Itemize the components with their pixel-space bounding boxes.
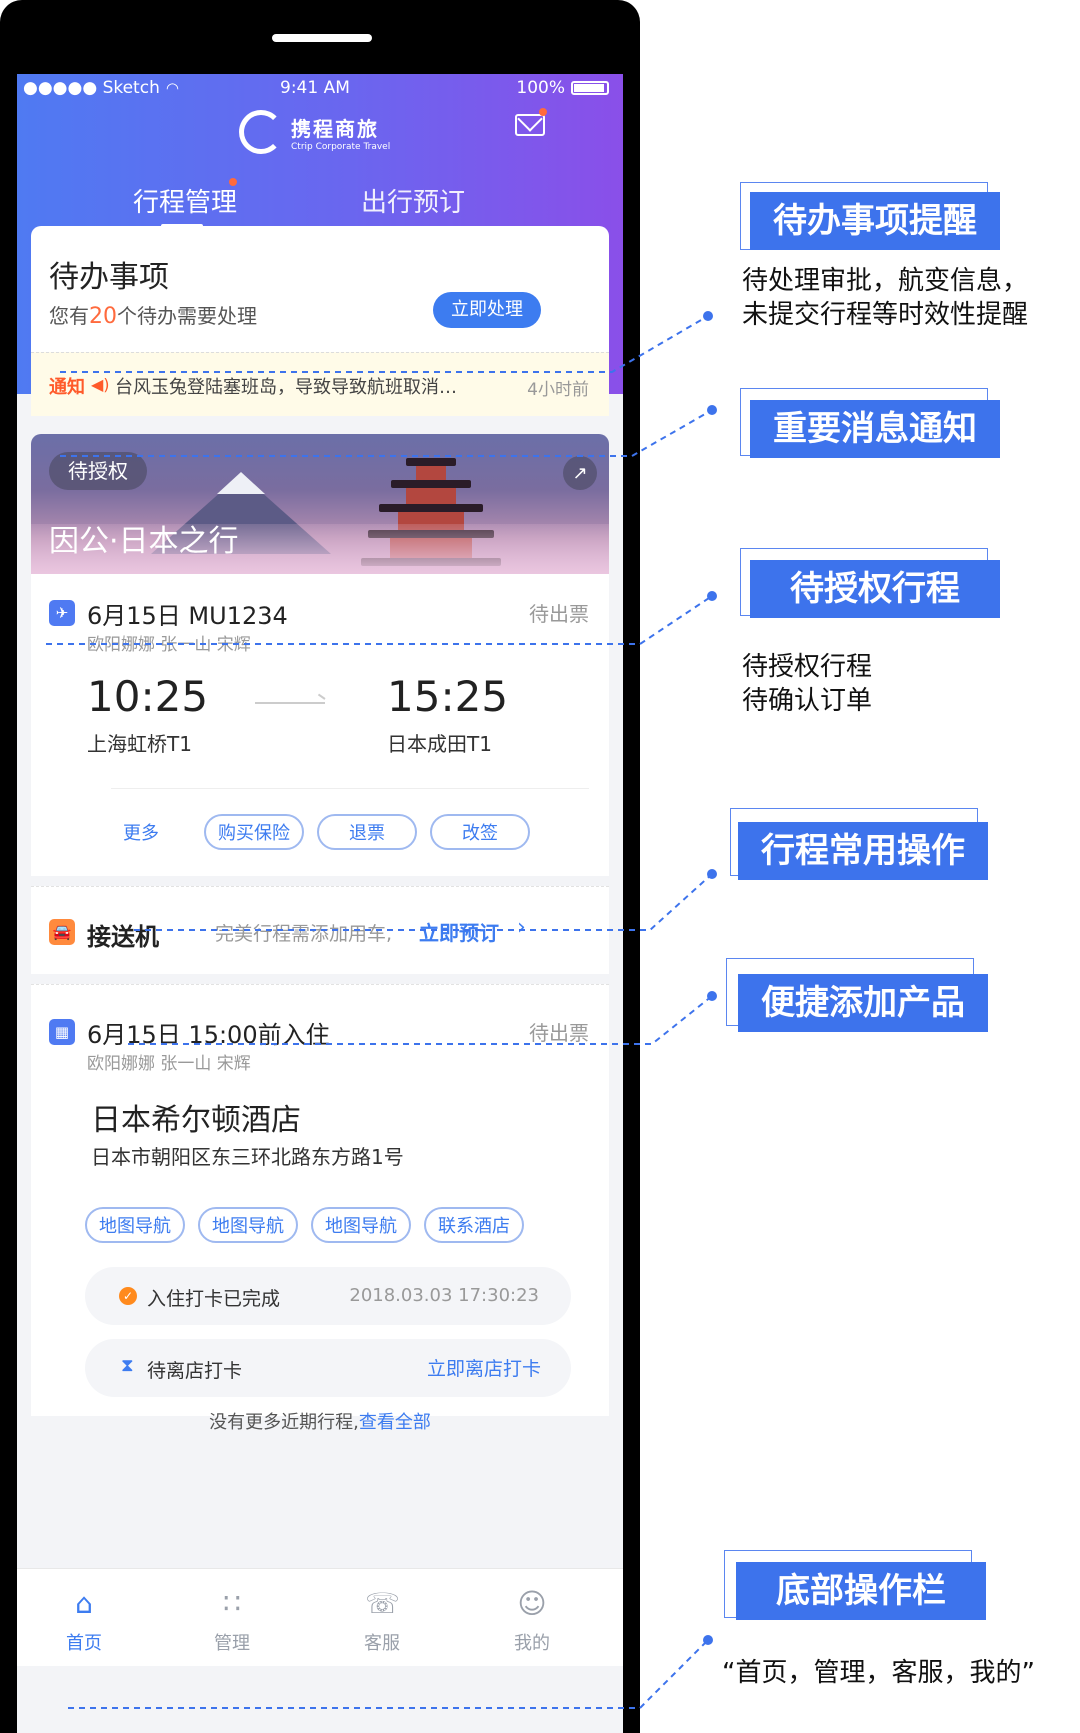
callout-description: “首页，管理，客服，我的” (722, 1658, 1035, 1688)
callout-title: 待授权行程 (750, 560, 1000, 618)
callout-title: 底部操作栏 (736, 1562, 986, 1620)
connector-dot (707, 405, 717, 415)
callout-description: 未提交行程等时效性提醒 (742, 300, 1029, 330)
speaker-slot (272, 34, 372, 42)
connector-dot (707, 591, 717, 601)
callout-description: 待确认订单 (742, 686, 873, 716)
callout-title: 行程常用操作 (738, 822, 988, 880)
callout-title: 待办事项提醒 (750, 192, 1000, 250)
phone-right-bezel (626, 74, 640, 1733)
phone-top-bezel (0, 0, 640, 74)
connector-dot (707, 869, 717, 879)
callout-title: 重要消息通知 (750, 400, 1000, 458)
phone-left-bezel (0, 74, 14, 1733)
connector-dot (703, 311, 713, 321)
phone-frame: ●●●●● Sketch ◠ 9:41 AM 100% 携程商旅 Ctrip Co… (0, 0, 640, 1733)
callout-title: 便捷添加产品 (738, 974, 988, 1032)
callout-description: 待授权行程 (742, 652, 873, 682)
connector-dot (707, 991, 717, 1001)
connector-dot (703, 1635, 713, 1645)
screen-border (14, 74, 626, 1733)
callout-description: 待处理审批，航变信息， (742, 266, 1029, 296)
